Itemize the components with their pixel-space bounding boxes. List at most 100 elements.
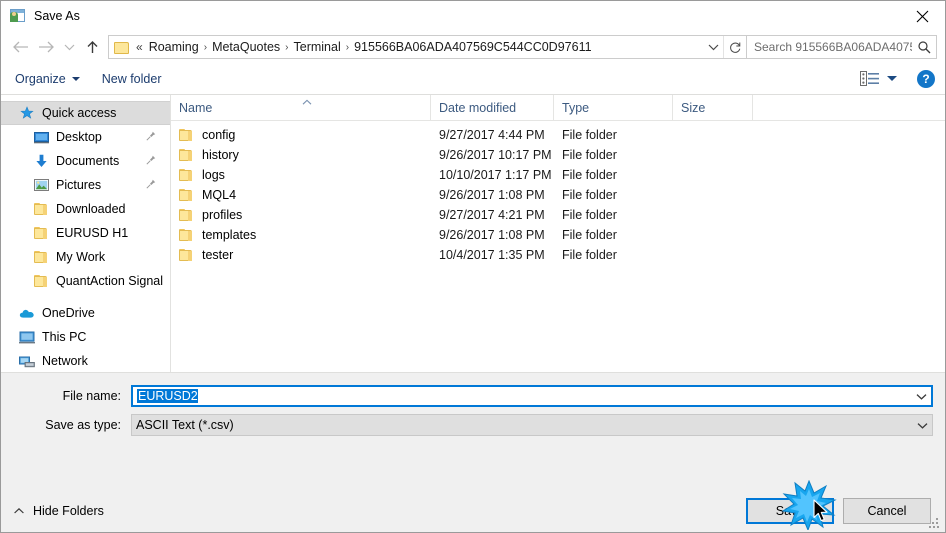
cloud-glyph (19, 309, 34, 318)
pin-icon[interactable] (146, 154, 156, 168)
forward-arrow-icon[interactable] (33, 34, 59, 60)
file-name-cell: profiles (171, 208, 431, 222)
back-arrow-icon[interactable] (7, 34, 33, 60)
save-as-dialog: Save As « Roaming › MetaQuotes › Termina… (0, 0, 946, 533)
chevron-down-icon[interactable] (912, 422, 932, 429)
organize-button[interactable]: Organize (15, 72, 80, 86)
save-as-type-row: Save as type: ASCII Text (*.csv) (13, 414, 933, 436)
pin-icon[interactable] (146, 178, 156, 192)
sidebar-item-network[interactable]: Network (1, 349, 170, 372)
file-name-row: File name: EURUSD2 (13, 385, 933, 407)
column-header-name[interactable]: Name (171, 95, 431, 120)
close-icon[interactable] (899, 1, 945, 31)
new-folder-button[interactable]: New folder (102, 72, 162, 86)
address-dropdown-chevron-down-icon[interactable] (703, 36, 723, 58)
pin-icon[interactable] (146, 130, 156, 144)
window-title: Save As (34, 9, 80, 23)
download-arrow-glyph (35, 154, 47, 167)
chevron-up-glyph (14, 507, 24, 513)
chevron-up-icon (13, 504, 25, 518)
file-name-cell: tester (171, 248, 431, 262)
chevron-down-icon[interactable] (911, 393, 931, 400)
breadcrumb-item-terminal[interactable]: Terminal (290, 40, 345, 54)
chevron-down-glyph (916, 393, 926, 400)
up-glyph (87, 40, 97, 53)
column-header-label: Name (179, 100, 213, 115)
file-date-cell: 9/26/2017 1:08 PM (439, 188, 545, 202)
sidebar-item-documents[interactable]: Documents (1, 149, 170, 173)
folder-icon (179, 128, 194, 142)
search-icon[interactable] (912, 40, 936, 54)
sidebar-item-quick-access[interactable]: Quick access (1, 101, 170, 125)
onedrive-cloud-icon (19, 305, 35, 321)
network-glyph (19, 356, 35, 367)
file-date-cell: 9/27/2017 4:21 PM (439, 208, 545, 222)
organize-label: Organize (15, 71, 66, 86)
forward-glyph (38, 41, 54, 53)
address-bar[interactable]: « Roaming › MetaQuotes › Terminal › 9155… (108, 35, 747, 59)
table-row[interactable]: tester 10/4/2017 1:35 PM File folder (171, 245, 945, 265)
file-name-cell: MQL4 (171, 188, 431, 202)
save-form: File name: EURUSD2 Save as type: ASCII T… (1, 372, 945, 488)
table-row[interactable]: history 9/26/2017 10:17 PM File folder (171, 145, 945, 165)
documents-download-icon (33, 153, 49, 169)
file-name-label: history (202, 148, 239, 162)
pin-glyph (146, 155, 156, 165)
sidebar-item-this-pc[interactable]: This PC (1, 325, 170, 349)
save-as-type-select[interactable]: ASCII Text (*.csv) (131, 414, 933, 436)
file-type-cell: File folder (562, 188, 617, 202)
this-pc-icon (19, 329, 35, 345)
save-as-type-label: Save as type: (45, 418, 121, 432)
folder-icon (179, 228, 194, 242)
search-input[interactable]: Search 915566BA06ADA40756... (747, 35, 937, 59)
desktop-glyph (33, 131, 49, 143)
help-icon[interactable]: ? (917, 69, 935, 88)
refresh-icon[interactable] (723, 36, 746, 58)
folder-icon (33, 273, 49, 289)
breadcrumb-item-metaquotes[interactable]: MetaQuotes (208, 40, 284, 54)
folder-icon (179, 208, 194, 222)
cancel-button[interactable]: Cancel (843, 497, 931, 524)
back-glyph (12, 41, 28, 53)
dialog-body: Quick access Desktop Documents Pictures … (1, 95, 945, 372)
save-button[interactable]: Save (746, 497, 834, 524)
sidebar-item-eurusd-h1[interactable]: EURUSD H1 (1, 221, 170, 245)
sidebar-item-my-work[interactable]: My Work (1, 245, 170, 269)
sidebar-item-quantaction-signal[interactable]: QuantAction Signal (1, 269, 170, 293)
table-row[interactable]: logs 10/10/2017 1:17 PM File folder (171, 165, 945, 185)
sidebar-item-label: Network (42, 354, 88, 368)
sidebar-item-pictures[interactable]: Pictures (1, 173, 170, 197)
folder-icon (179, 148, 194, 162)
folder-icon (179, 168, 194, 182)
hide-folders-label: Hide Folders (33, 503, 104, 518)
list-view-icon (860, 71, 879, 86)
breadcrumb-item-roaming[interactable]: Roaming (145, 40, 203, 54)
column-header-size[interactable]: Size (673, 95, 753, 120)
folder-icon (179, 248, 194, 262)
file-name-label: tester (202, 248, 234, 262)
column-header-type[interactable]: Type (554, 95, 673, 120)
column-header-date-modified[interactable]: Date modified (431, 95, 554, 120)
table-row[interactable]: profiles 9/27/2017 4:21 PM File folder (171, 205, 945, 225)
table-row[interactable]: MQL4 9/26/2017 1:08 PM File folder (171, 185, 945, 205)
sidebar-item-onedrive[interactable]: OneDrive (1, 301, 170, 325)
up-arrow-icon[interactable] (79, 34, 105, 60)
table-row[interactable]: templates 9/26/2017 1:08 PM File folder (171, 225, 945, 245)
command-toolbar: Organize New folder ? (1, 63, 945, 95)
file-name-input[interactable]: EURUSD2 (131, 385, 933, 407)
star-icon (19, 105, 35, 121)
resize-grip[interactable] (929, 517, 941, 529)
sidebar-item-label: Pictures (56, 178, 102, 192)
breadcrumb-item-instance-id[interactable]: 915566BA06ADA407569C544CC0D97611 (350, 40, 595, 54)
view-mode-button[interactable] (860, 71, 897, 86)
sidebar-item-downloaded[interactable]: Downloaded (1, 197, 170, 221)
network-icon (19, 353, 35, 369)
navigation-sidebar: Quick access Desktop Documents Pictures … (1, 95, 171, 372)
recent-locations-chevron-icon[interactable] (59, 34, 79, 60)
table-row[interactable]: config 9/27/2017 4:44 PM File folder (171, 125, 945, 145)
breadcrumb-overflow[interactable]: « (134, 40, 145, 54)
hide-folders-button[interactable]: Hide Folders (13, 504, 104, 518)
sort-ascending-icon (301, 95, 313, 109)
sidebar-item-desktop[interactable]: Desktop (1, 125, 170, 149)
file-name-label: logs (202, 168, 225, 182)
